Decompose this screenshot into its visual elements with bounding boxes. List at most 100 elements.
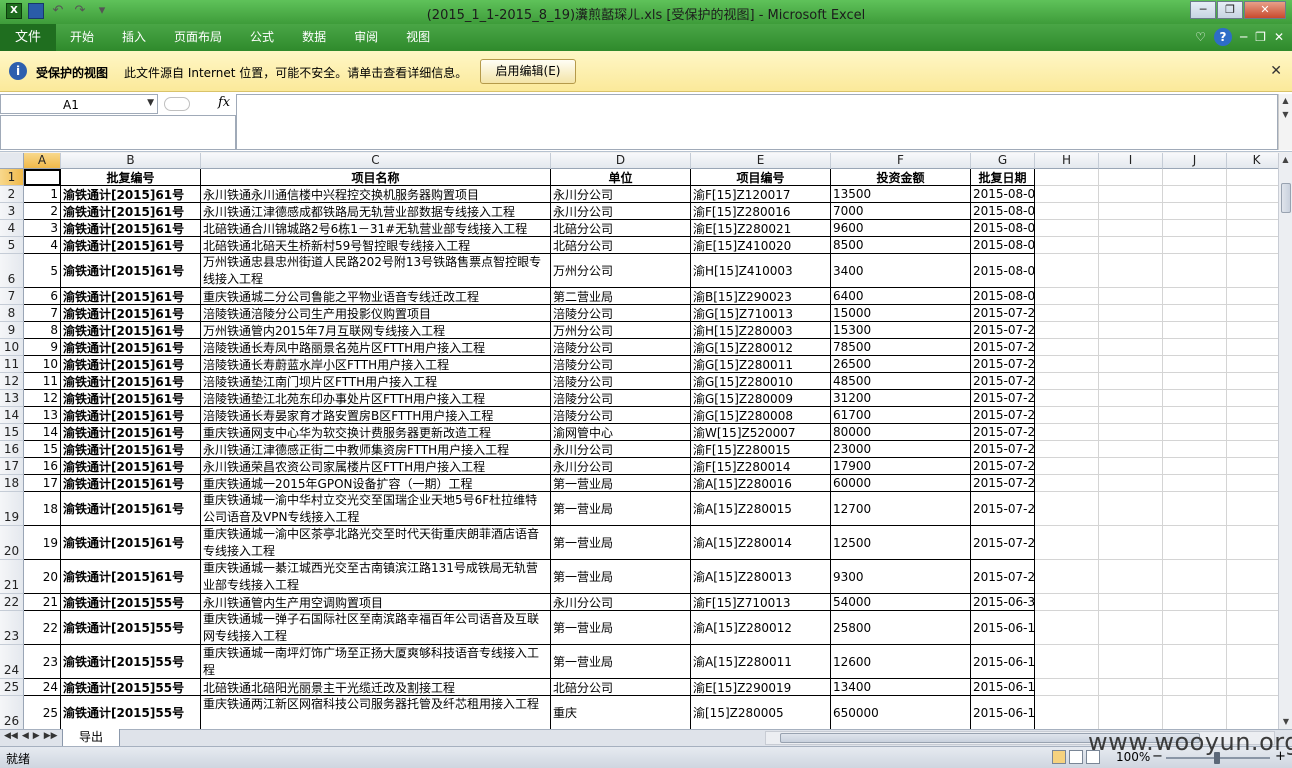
row-header[interactable]: 22 — [0, 594, 24, 611]
table-cell[interactable] — [1035, 526, 1099, 560]
table-cell[interactable]: 渝G[15]Z710013 — [691, 305, 831, 322]
table-cell[interactable]: 2 — [24, 203, 61, 220]
table-cell[interactable] — [1035, 254, 1099, 288]
table-cell[interactable] — [1035, 203, 1099, 220]
table-cell[interactable]: 万州铁通忠县忠州街道人民路202号附13号铁路售票点智控眼专线接入工程 — [201, 254, 551, 288]
workbook-close-button[interactable]: ✕ — [1274, 30, 1284, 44]
table-cell[interactable]: 2015-07-21 — [971, 373, 1035, 390]
table-cell[interactable]: 永川铁通管内生产用空调购置项目 — [201, 594, 551, 611]
table-cell[interactable]: 22 — [24, 611, 61, 645]
table-cell[interactable]: 渝铁通计[2015]55号 — [61, 679, 201, 696]
table-cell[interactable]: 渝铁通计[2015]61号 — [61, 560, 201, 594]
table-cell[interactable] — [1035, 679, 1099, 696]
protected-view-message[interactable]: 此文件源自 Internet 位置，可能不安全。请单击查看详细信息。 — [124, 64, 467, 81]
table-cell[interactable]: 重庆铁通城一南坪灯饰广场至正扬大厦爽够科技语音专线接入工程 — [201, 645, 551, 679]
table-cell[interactable] — [1227, 220, 1278, 237]
header-cell[interactable]: 项目名称 — [201, 169, 551, 186]
table-cell[interactable]: 万州分公司 — [551, 322, 691, 339]
table-cell[interactable] — [1099, 288, 1163, 305]
table-cell[interactable]: 2015-07-21 — [971, 458, 1035, 475]
page-layout-view-icon[interactable] — [1069, 750, 1083, 764]
table-cell[interactable]: 渝H[15]Z410003 — [691, 254, 831, 288]
sheet-tab-export[interactable]: 导出 — [62, 729, 120, 747]
table-cell[interactable] — [1163, 339, 1227, 356]
table-cell[interactable]: 15 — [24, 441, 61, 458]
table-cell[interactable]: 19 — [24, 526, 61, 560]
table-cell[interactable] — [1099, 390, 1163, 407]
select-all-corner[interactable] — [0, 153, 24, 169]
column-header[interactable]: F — [831, 153, 971, 169]
row-header[interactable]: 20 — [0, 526, 24, 560]
table-cell[interactable] — [1227, 237, 1278, 254]
table-cell[interactable] — [1227, 203, 1278, 220]
table-cell[interactable]: 16 — [24, 458, 61, 475]
table-cell[interactable]: 涪陵分公司 — [551, 407, 691, 424]
table-cell[interactable]: 21 — [24, 594, 61, 611]
table-cell[interactable] — [1035, 373, 1099, 390]
table-cell[interactable]: 重庆铁通城一弹子石国际社区至南滨路幸福百年公司语音及互联网专线接入工程 — [201, 611, 551, 645]
column-header[interactable]: C — [201, 153, 551, 169]
table-cell[interactable]: 渝铁通计[2015]61号 — [61, 237, 201, 254]
table-cell[interactable] — [1035, 220, 1099, 237]
table-cell[interactable]: 渝E[15]Z280021 — [691, 220, 831, 237]
table-cell[interactable]: 23 — [24, 645, 61, 679]
header-cell[interactable]: 投资金额 — [831, 169, 971, 186]
normal-view-icon[interactable] — [1052, 750, 1066, 764]
table-cell[interactable]: 54000 — [831, 594, 971, 611]
table-cell[interactable]: 2015-08-07 — [971, 186, 1035, 203]
table-cell[interactable] — [1163, 492, 1227, 526]
table-cell[interactable]: 第一营业局 — [551, 560, 691, 594]
column-header[interactable]: E — [691, 153, 831, 169]
sheet-nav-button[interactable]: ◀ — [22, 731, 29, 741]
table-cell[interactable]: 涪陵铁通涪陵分公司生产用投影仪购置项目 — [201, 305, 551, 322]
table-cell[interactable] — [1099, 356, 1163, 373]
table-cell[interactable]: 永川分公司 — [551, 594, 691, 611]
table-cell[interactable]: 5 — [24, 254, 61, 288]
table-cell[interactable]: 2015-07-21 — [971, 407, 1035, 424]
table-cell[interactable] — [1163, 696, 1227, 729]
table-cell[interactable]: 31200 — [831, 390, 971, 407]
table-cell[interactable]: 渝H[15]Z280003 — [691, 322, 831, 339]
table-cell[interactable]: 北碚分公司 — [551, 679, 691, 696]
table-cell[interactable]: 渝A[15]Z280012 — [691, 611, 831, 645]
row-header[interactable]: 5 — [0, 237, 24, 254]
table-cell[interactable] — [1035, 390, 1099, 407]
table-cell[interactable]: 11 — [24, 373, 61, 390]
table-cell[interactable]: 渝F[15]Z120017 — [691, 186, 831, 203]
table-cell[interactable] — [1035, 237, 1099, 254]
table-cell[interactable]: 12700 — [831, 492, 971, 526]
worksheet-grid[interactable]: A B C D E F G H I J K 1 批复编号 项目名称 单位 项目编号 投资金额 批复日期 2 1 渝铁通计… — [0, 153, 1278, 729]
table-cell[interactable]: 第一营业局 — [551, 645, 691, 679]
table-cell[interactable] — [1227, 356, 1278, 373]
table-cell[interactable]: 2015-07-21 — [971, 390, 1035, 407]
table-cell[interactable]: 永川铁通江津德感成都铁路局无轨营业部数据专线接入工程 — [201, 203, 551, 220]
table-cell[interactable]: 6400 — [831, 288, 971, 305]
row-header[interactable]: 9 — [0, 322, 24, 339]
ribbon-tab[interactable]: 数据 — [288, 24, 340, 51]
table-cell[interactable] — [1227, 594, 1278, 611]
table-cell[interactable]: 12600 — [831, 645, 971, 679]
table-cell[interactable]: 涪陵铁通垫江南门坝片区FTTH用户接入工程 — [201, 373, 551, 390]
row-header[interactable]: 16 — [0, 441, 24, 458]
table-cell[interactable]: 渝铁通计[2015]61号 — [61, 441, 201, 458]
table-cell[interactable]: 永川分公司 — [551, 458, 691, 475]
ribbon-tab[interactable]: 开始 — [56, 24, 108, 51]
table-cell[interactable] — [1227, 407, 1278, 424]
sheet-nav-button[interactable]: ◀◀ — [4, 731, 18, 741]
table-cell[interactable]: 13400 — [831, 679, 971, 696]
table-cell[interactable] — [1099, 645, 1163, 679]
table-cell[interactable]: 渝G[15]Z280009 — [691, 390, 831, 407]
table-cell[interactable]: 渝铁通计[2015]61号 — [61, 203, 201, 220]
table-cell[interactable]: 2015-07-21 — [971, 339, 1035, 356]
row-header[interactable]: 8 — [0, 305, 24, 322]
table-cell[interactable]: 渝F[15]Z280014 — [691, 458, 831, 475]
table-cell[interactable]: 渝铁通计[2015]61号 — [61, 186, 201, 203]
table-cell[interactable]: 第一营业局 — [551, 492, 691, 526]
workbook-restore-button[interactable]: ❐ — [1255, 30, 1266, 44]
table-cell[interactable]: 12500 — [831, 526, 971, 560]
table-cell[interactable]: 2015-06-15 — [971, 645, 1035, 679]
table-cell[interactable]: 1 — [24, 186, 61, 203]
table-cell[interactable] — [1035, 288, 1099, 305]
table-cell[interactable] — [1099, 492, 1163, 526]
table-cell[interactable]: 第一营业局 — [551, 526, 691, 560]
